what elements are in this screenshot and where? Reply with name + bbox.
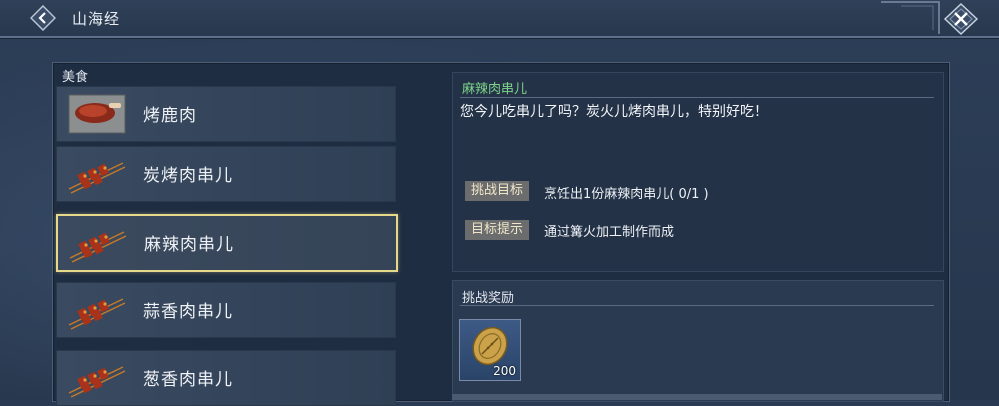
- list-item-label: 葱香肉串儿: [143, 370, 233, 390]
- list-item-roast-venison[interactable]: 烤鹿肉: [56, 86, 396, 142]
- meat-skewer-icon: [68, 366, 126, 398]
- list-item-spicy-skewer[interactable]: 麻辣肉串儿: [56, 214, 398, 272]
- list-item-label: 蒜香肉串儿: [143, 302, 233, 322]
- meat-skewer-icon: [68, 162, 126, 194]
- list-item-label: 炭烤肉串儿: [143, 166, 233, 186]
- meat-skewer-icon: [69, 231, 127, 263]
- category-label: 美食: [62, 70, 89, 85]
- reward-bottom-bar: [452, 394, 942, 400]
- divider: [460, 97, 934, 98]
- back-arrow-icon: [29, 4, 57, 32]
- list-item-charcoal-skewer[interactable]: 炭烤肉串儿: [56, 146, 396, 202]
- reward-item-slot[interactable]: 200: [459, 319, 521, 381]
- copper-coin-icon: [472, 326, 508, 366]
- list-item-label: 烤鹿肉: [143, 106, 197, 126]
- reward-count: 200: [493, 364, 516, 378]
- list-item-scallion-skewer[interactable]: 葱香肉串儿: [56, 350, 396, 406]
- goal-hint-text: 通过篝火加工制作而成: [544, 225, 675, 240]
- detail-description: 您今儿吃串儿了吗？炭火儿烤肉串儿，特别好吃！: [460, 104, 768, 120]
- challenge-goal-text: 烹饪出1份麻辣肉串儿( 0/1 ): [544, 187, 709, 202]
- challenge-goal-tag: 挑战目标: [465, 181, 529, 201]
- reward-panel: [452, 280, 944, 402]
- roast-venison-icon: [68, 94, 126, 134]
- close-button[interactable]: [943, 2, 979, 36]
- close-icon: [943, 2, 979, 36]
- divider: [460, 305, 934, 306]
- meat-skewer-icon: [68, 298, 126, 330]
- corner-ornament: [881, 1, 940, 34]
- back-button[interactable]: [29, 4, 57, 32]
- list-item-label: 麻辣肉串儿: [144, 235, 234, 255]
- page-title: 山海经: [72, 10, 121, 28]
- detail-title: 麻辣肉串儿: [462, 82, 528, 97]
- reward-title: 挑战奖励: [462, 291, 515, 306]
- top-bar: 山海经: [0, 0, 999, 38]
- list-item-garlic-skewer[interactable]: 蒜香肉串儿: [56, 282, 396, 338]
- goal-hint-tag: 目标提示: [465, 220, 529, 240]
